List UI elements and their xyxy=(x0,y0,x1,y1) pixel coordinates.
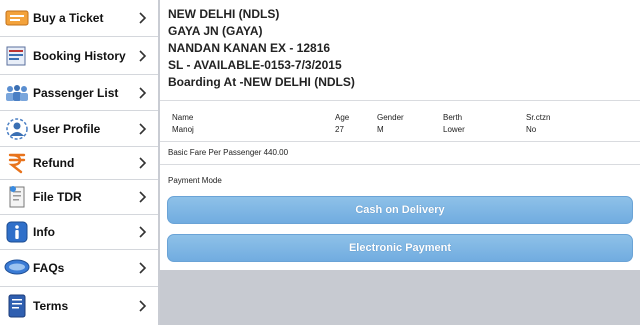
sidebar-item-label: Passenger List xyxy=(33,85,119,100)
cell-age: 27 xyxy=(335,125,344,134)
cell-name: Manoj xyxy=(172,125,194,134)
sidebar-item-label: Info xyxy=(33,225,55,239)
cell-berth: Lower xyxy=(443,125,465,134)
sidebar-item-info[interactable]: Info xyxy=(0,215,158,250)
availability-status: SL - AVAILABLE-0153-7/3/2015 xyxy=(168,58,342,72)
empty-area xyxy=(160,270,640,325)
sidebar-item-booking-history[interactable]: Booking History xyxy=(0,37,158,75)
sidebar-item-label: Terms xyxy=(33,299,69,313)
sidebar-item-user-profile[interactable]: User Profile xyxy=(0,111,158,147)
sidebar-item-refund[interactable]: Refund xyxy=(0,147,158,180)
sidebar-item-label: Refund xyxy=(33,156,75,170)
chevron-right-icon xyxy=(136,86,150,100)
sidebar-item-faqs[interactable]: FAQs xyxy=(0,250,158,287)
from-station: NEW DELHI (NDLS) xyxy=(168,7,280,21)
sidebar-item-buy-ticket[interactable]: Buy a Ticket xyxy=(0,0,158,37)
sidebar-item-label: Buy a Ticket xyxy=(33,11,104,25)
ticket-icon xyxy=(4,5,30,31)
header-gender: Gender xyxy=(377,113,404,122)
chevron-right-icon xyxy=(136,122,150,136)
sidebar-item-file-tdr[interactable]: File TDR xyxy=(0,180,158,215)
to-station: GAYA JN (GAYA) xyxy=(168,24,263,38)
chevron-right-icon xyxy=(136,190,150,204)
electronic-payment-button[interactable]: Electronic Payment xyxy=(167,234,633,262)
train-name: NANDAN KANAN EX - 12816 xyxy=(168,41,331,55)
header-senior-citizen: Sr.ctzn xyxy=(526,113,551,122)
file-tdr-icon xyxy=(4,184,30,210)
user-profile-icon xyxy=(4,116,30,142)
divider xyxy=(160,100,640,101)
header-name: Name xyxy=(172,113,194,122)
payment-mode-label: Payment Mode xyxy=(168,176,222,185)
chevron-right-icon xyxy=(136,49,150,63)
header-berth: Berth xyxy=(443,113,463,122)
chevron-right-icon xyxy=(136,225,150,239)
terms-icon xyxy=(4,293,30,319)
sidebar-menu: Buy a Ticket Booking History Passenger L… xyxy=(0,0,158,325)
chevron-right-icon xyxy=(136,299,150,313)
passenger-list-icon xyxy=(4,80,30,106)
boarding-station: Boarding At -NEW DELHI (NDLS) xyxy=(168,75,355,89)
chevron-right-icon xyxy=(136,156,150,170)
faqs-icon xyxy=(4,255,30,281)
refund-icon xyxy=(4,150,30,176)
journey-details: NEW DELHI (NDLS) GAYA JN (GAYA) NANDAN K… xyxy=(168,6,355,91)
sidebar-item-passenger-list[interactable]: Passenger List xyxy=(0,75,158,111)
sidebar-item-label: File TDR xyxy=(33,190,82,204)
chevron-right-icon xyxy=(136,11,150,25)
sidebar-item-label: FAQs xyxy=(33,261,65,275)
info-icon xyxy=(4,219,30,245)
booking-history-icon xyxy=(4,43,30,69)
header-age: Age xyxy=(335,113,350,122)
divider xyxy=(160,141,640,142)
sidebar-item-label: Booking History xyxy=(33,48,126,63)
booking-summary-panel: NEW DELHI (NDLS) GAYA JN (GAYA) NANDAN K… xyxy=(160,0,640,270)
cell-senior-citizen: No xyxy=(526,125,537,134)
chevron-right-icon xyxy=(136,261,150,275)
cash-on-delivery-button[interactable]: Cash on Delivery xyxy=(167,196,633,224)
cell-gender: M xyxy=(377,125,384,134)
divider xyxy=(160,164,640,165)
sidebar-item-terms[interactable]: Terms xyxy=(0,287,158,325)
basic-fare: Basic Fare Per Passenger 440.00 xyxy=(168,148,289,157)
sidebar-item-label: User Profile xyxy=(33,121,101,136)
